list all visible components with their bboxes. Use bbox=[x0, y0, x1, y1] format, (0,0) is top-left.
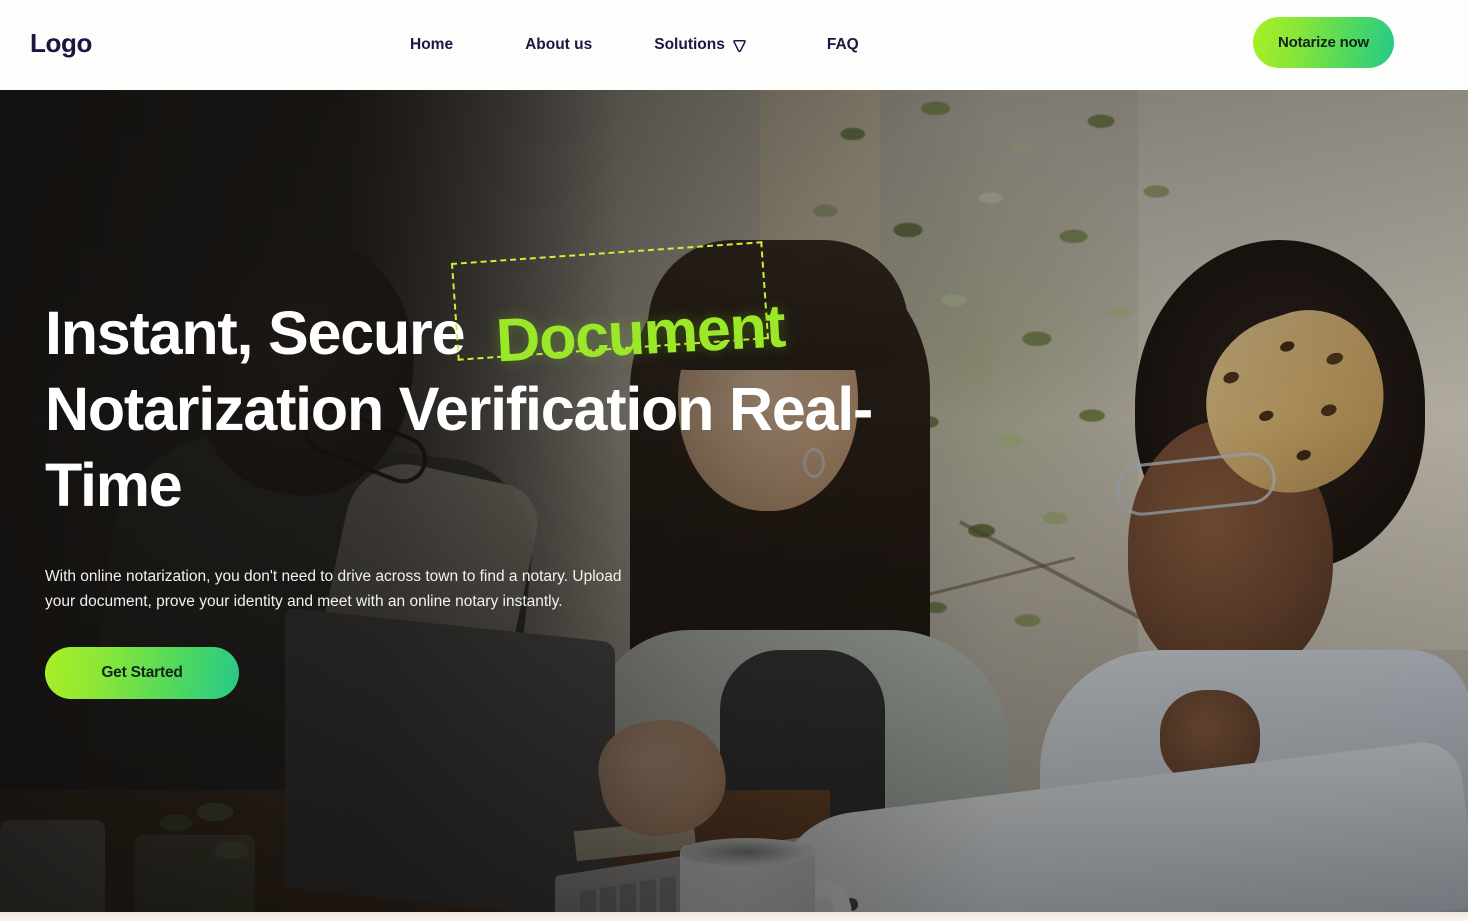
nav-item-faq[interactable]: FAQ bbox=[827, 36, 859, 54]
headline-line-1: Instant, Secure Document bbox=[45, 241, 805, 375]
headline-line-2: Notarization Verification Real- bbox=[45, 375, 873, 443]
headline-line-3: Time bbox=[45, 451, 183, 519]
nav-item-label: Solutions bbox=[654, 36, 725, 53]
site-header: Logo Home About us Solutions FAQ Login N… bbox=[0, 0, 1468, 90]
get-started-button[interactable]: Get Started bbox=[45, 647, 239, 699]
highlight-word-wrapper: Document bbox=[451, 241, 786, 375]
hero-subtext: With online notarization, you don't need… bbox=[45, 568, 622, 610]
logo[interactable]: Logo bbox=[30, 28, 92, 59]
header-actions: Login Notarize now bbox=[1253, 0, 1394, 90]
hero-content: Instant, Secure Document Notarization Ve… bbox=[45, 241, 873, 699]
headline-text-part: Instant, Secure bbox=[45, 299, 466, 367]
page-title: Instant, Secure Document Notarization Ve… bbox=[45, 241, 873, 523]
chevron-down-icon bbox=[732, 39, 747, 53]
nav-item-label: About us bbox=[525, 36, 593, 53]
hero-section: Instant, Secure Document Notarization Ve… bbox=[0, 90, 1468, 912]
nav-item-about-us[interactable]: About us bbox=[525, 36, 592, 54]
main-navigation: Home About us Solutions FAQ bbox=[410, 0, 859, 90]
nav-item-label: FAQ bbox=[826, 36, 859, 53]
next-section-edge bbox=[0, 912, 1468, 921]
nav-item-solutions[interactable]: Solutions bbox=[654, 36, 747, 54]
notarize-now-button[interactable]: Notarize now bbox=[1253, 17, 1394, 68]
nav-item-home[interactable]: Home bbox=[410, 36, 453, 54]
headline-highlight-word: Document bbox=[494, 291, 787, 375]
nav-item-label: Home bbox=[410, 36, 454, 53]
